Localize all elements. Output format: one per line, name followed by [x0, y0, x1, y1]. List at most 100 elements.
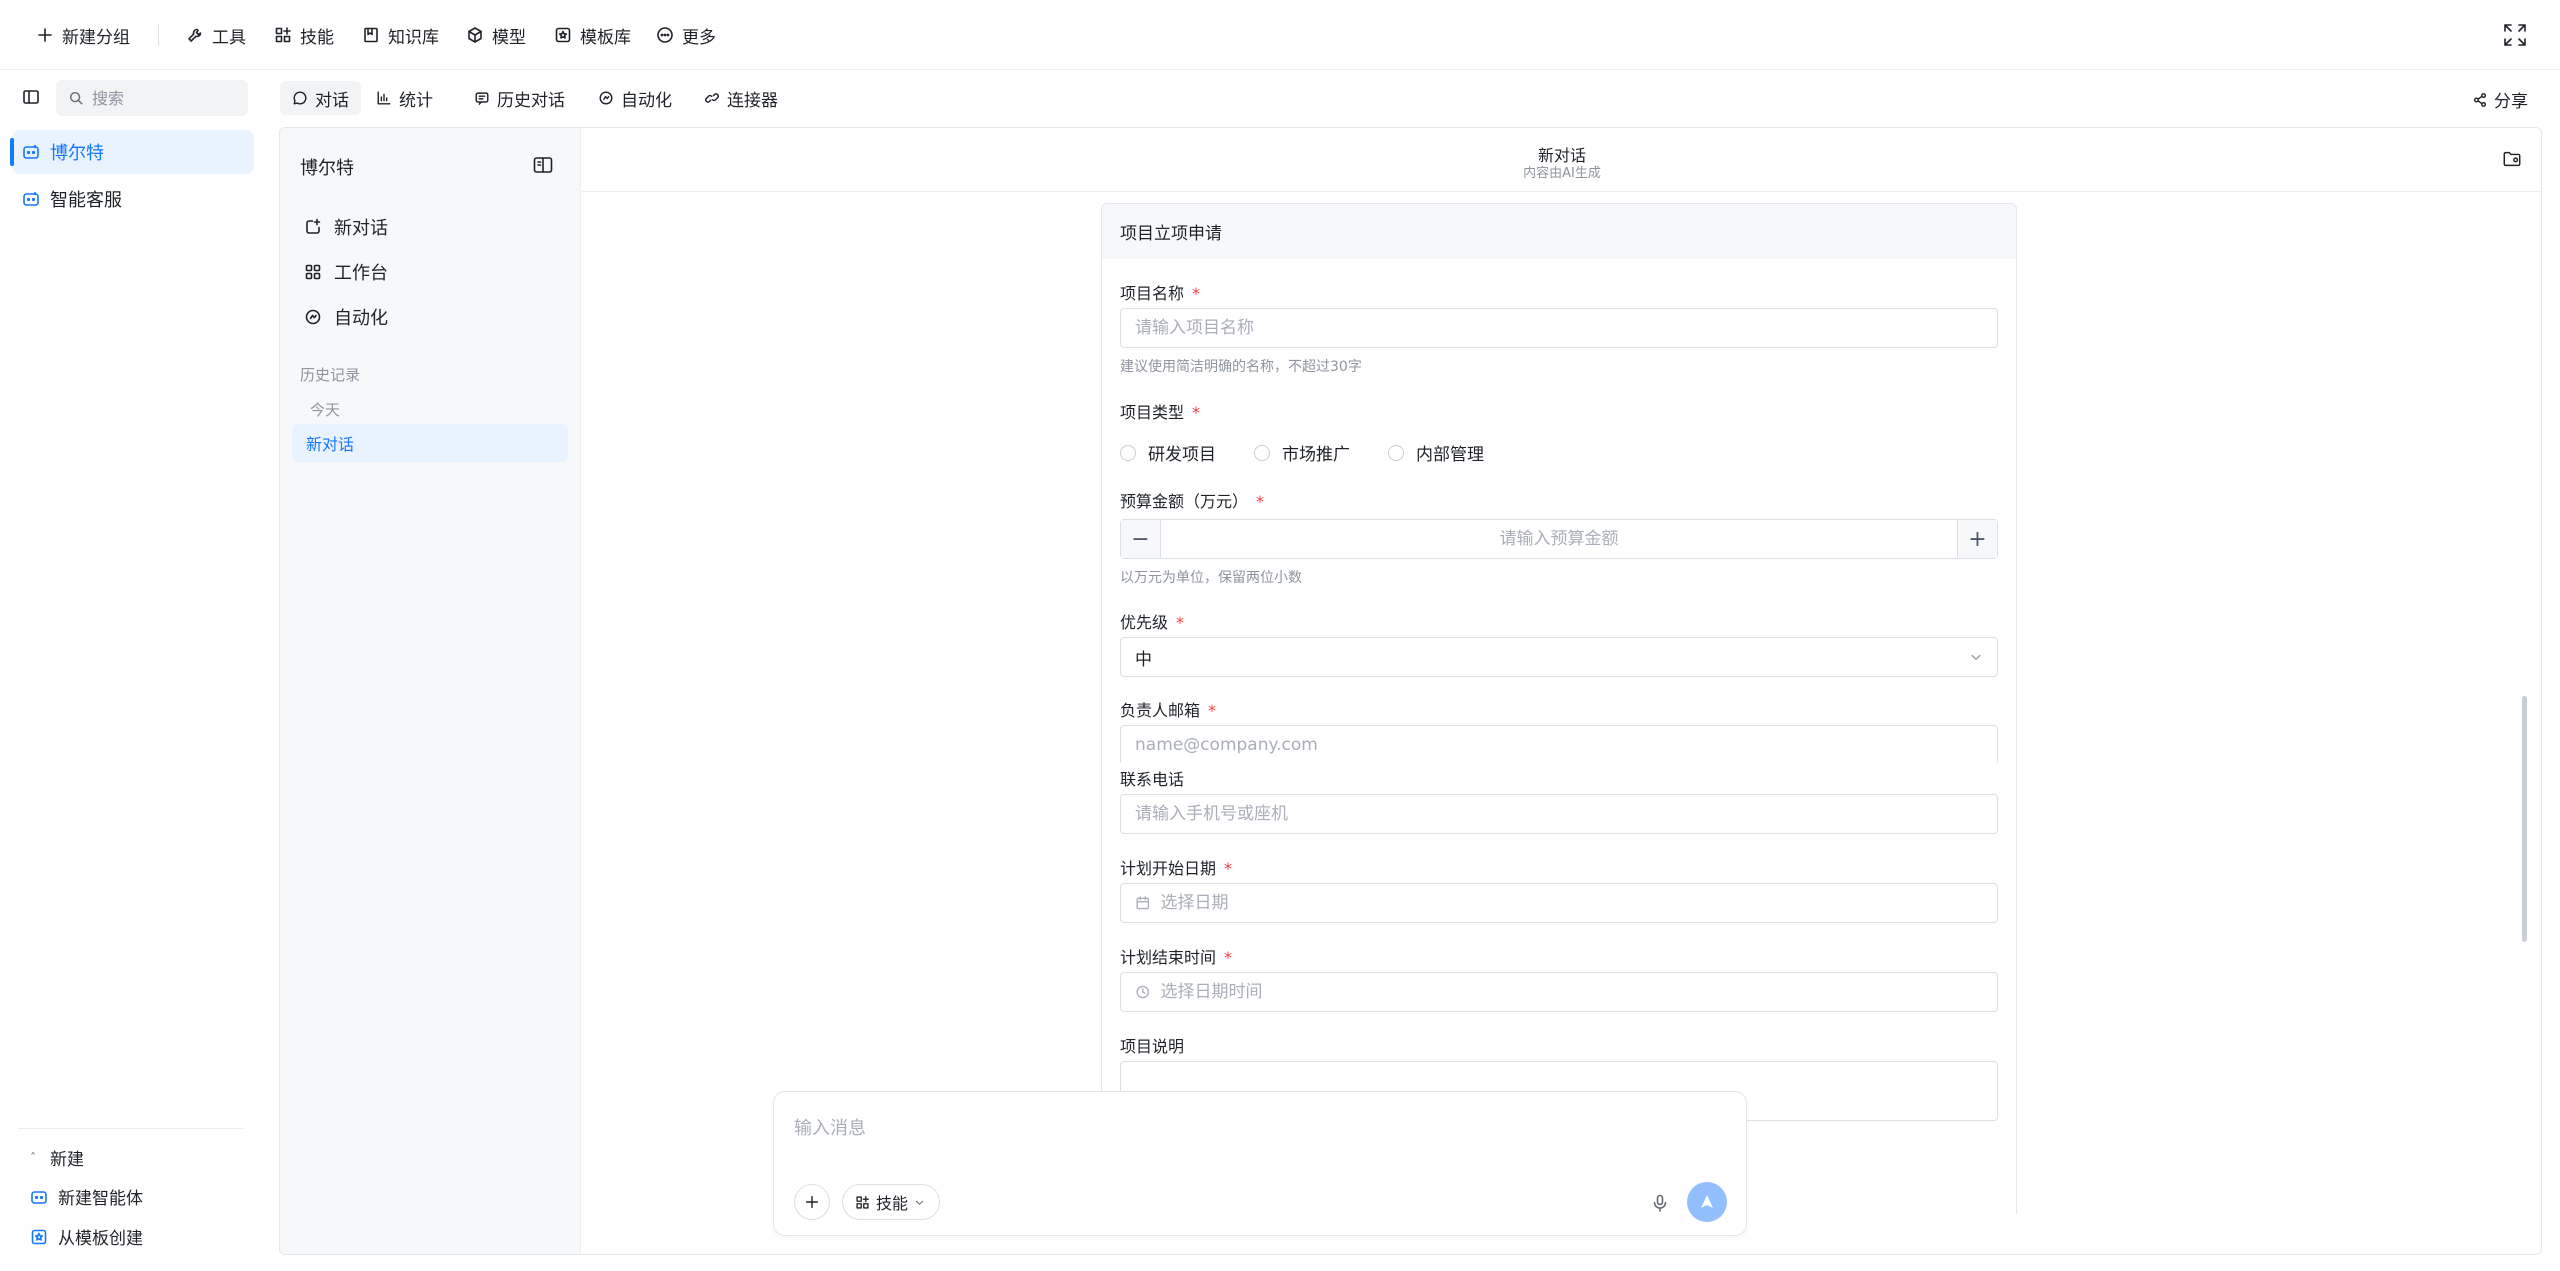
bot-icon — [23, 144, 39, 159]
project-name-label: 项目名称 * — [1120, 284, 1201, 303]
tools-button[interactable]: 工具 — [186, 20, 246, 50]
collapse-panel-button[interactable] — [532, 154, 554, 176]
expand-icon — [2504, 24, 2526, 46]
new-chat-button[interactable]: 新对话 — [304, 214, 388, 240]
tab-connectors[interactable]: 连接器 — [692, 81, 790, 115]
required-mark: * — [1224, 859, 1233, 878]
workbench-button[interactable]: 工作台 — [304, 259, 388, 285]
radio-rd-project[interactable]: 研发项目 — [1120, 440, 1216, 465]
microphone-icon — [1653, 1194, 1667, 1212]
more-button[interactable]: 更多 — [656, 20, 716, 50]
radio-marketing[interactable]: 市场推广 — [1254, 440, 1350, 465]
history-item[interactable]: 新对话 — [292, 424, 568, 462]
automation-button[interactable]: 自动化 — [304, 304, 388, 330]
project-type-label: 项目类型 * — [1120, 403, 1201, 422]
skills-dropdown[interactable]: 技能 — [842, 1184, 941, 1220]
search-input[interactable] — [92, 88, 222, 108]
book-icon — [364, 27, 378, 43]
link-icon — [705, 93, 719, 103]
template-library-button[interactable]: 模板库 — [554, 20, 631, 50]
priority-select[interactable]: 中 — [1120, 637, 1998, 677]
folder-icon — [2503, 151, 2521, 167]
priority-label: 优先级 * — [1120, 613, 1185, 632]
blocks-icon — [856, 1195, 869, 1209]
project-name-input[interactable] — [1135, 318, 1997, 338]
skills-button[interactable]: 技能 — [274, 20, 334, 50]
knowledge-base-button[interactable]: 知识库 — [362, 20, 439, 50]
sidebar-toggle-button[interactable] — [22, 88, 44, 110]
plus-icon — [38, 28, 52, 42]
share-button[interactable]: 分享 — [2472, 87, 2528, 112]
bot-icon — [23, 191, 39, 206]
required-mark: * — [1176, 613, 1185, 632]
radio-circle — [1388, 444, 1404, 461]
decrement-button[interactable]: − — [1121, 520, 1161, 558]
tab-history[interactable]: 历史对话 — [462, 81, 577, 115]
panel-icon — [533, 157, 553, 173]
start-date-label: 计划开始日期 * — [1120, 859, 1233, 878]
template-icon — [31, 1229, 47, 1244]
required-mark: * — [1208, 701, 1217, 720]
required-mark: * — [1192, 284, 1201, 303]
chevron-up-icon: ˆ — [30, 1150, 36, 1165]
history-heading: 历史记录 — [300, 366, 361, 384]
project-type-radio-group: 研发项目 市场推广 内部管理 — [1120, 440, 1484, 465]
bot-icon — [31, 1190, 47, 1204]
sidebar-icon — [23, 90, 39, 104]
create-from-template-button[interactable]: 从模板创建 — [30, 1224, 143, 1249]
share-icon — [2473, 92, 2487, 107]
tab-chat[interactable]: 对话 — [280, 81, 361, 115]
plus-icon — [805, 1195, 819, 1209]
end-time-picker[interactable] — [1120, 972, 1998, 1012]
conversation-panel: 博尔特 新对话 工作台 自动化 历史记录 今天 新对话 — [280, 128, 581, 1254]
chat-area: 新对话 内容由AI生成 项目立项申请 项目名称* 建议使用简洁明确的名称，不超过… — [582, 128, 2541, 1254]
required-mark: * — [1256, 492, 1265, 511]
start-date-picker[interactable] — [1120, 883, 1998, 923]
new-menu-toggle[interactable]: ˆ 新建 — [30, 1145, 84, 1170]
chevron-down-icon — [1971, 654, 1981, 660]
sidebar-search[interactable] — [56, 80, 248, 116]
end-time-label: 计划结束时间 * — [1120, 948, 1233, 967]
attach-button[interactable] — [794, 1184, 830, 1220]
budget-input[interactable] — [1161, 520, 1957, 558]
blocks-icon — [275, 27, 291, 43]
agent-item-bolt[interactable]: 博尔特 — [10, 130, 254, 174]
increment-button[interactable]: + — [1957, 520, 1997, 558]
tab-stats[interactable]: 统计 — [364, 81, 445, 115]
agent-tabs: 对话 统计 历史对话 自动化 连接器 分享 — [272, 71, 2560, 127]
phone-field[interactable] — [1120, 794, 1998, 834]
radio-circle — [1120, 444, 1136, 461]
more-icon — [657, 27, 673, 43]
phone-input[interactable] — [1135, 804, 1997, 824]
owner-email-field[interactable] — [1120, 725, 1998, 763]
scrollbar-thumb[interactable] — [2522, 696, 2527, 942]
tab-automation[interactable]: 自动化 — [586, 81, 684, 115]
form-title: 项目立项申请 — [1102, 204, 2016, 259]
agent-workspace: 博尔特 新对话 工作台 自动化 历史记录 今天 新对话 新对话 内容由AI生成 — [279, 127, 2542, 1255]
project-name-hint: 建议使用简洁明确的名称，不超过30字 — [1120, 359, 1362, 375]
end-time-input[interactable] — [1160, 982, 1997, 1002]
start-date-input[interactable] — [1160, 893, 1997, 913]
bar-chart-icon — [377, 91, 391, 105]
models-button[interactable]: 模型 — [466, 20, 526, 50]
message-input[interactable] — [794, 1114, 1694, 1154]
files-button[interactable] — [2502, 149, 2524, 171]
voice-input-button[interactable] — [1650, 1193, 1670, 1213]
send-button[interactable] — [1687, 1182, 1727, 1222]
new-group-button[interactable]: 新建分组 — [36, 20, 130, 50]
project-name-field[interactable] — [1120, 308, 1998, 348]
calendar-icon — [1136, 896, 1150, 910]
budget-label: 预算金额（万元） * — [1120, 492, 1265, 511]
new-agent-button[interactable]: 新建智能体 — [30, 1184, 143, 1209]
phone-label: 联系电话 — [1120, 770, 1185, 789]
fullscreen-button[interactable] — [2502, 22, 2528, 48]
agent-item-customer-service[interactable]: 智能客服 — [12, 177, 254, 221]
search-icon — [69, 91, 83, 105]
required-mark: * — [1192, 403, 1201, 422]
cube-icon — [468, 27, 482, 43]
top-toolbar: 新建分组 工具 技能 知识库 模型 模板库 更多 — [0, 0, 2560, 70]
message-composer: 技能 — [773, 1091, 1747, 1236]
radio-internal-management[interactable]: 内部管理 — [1388, 440, 1484, 465]
owner-email-input[interactable] — [1135, 735, 1997, 755]
new-chat-icon — [306, 218, 321, 234]
